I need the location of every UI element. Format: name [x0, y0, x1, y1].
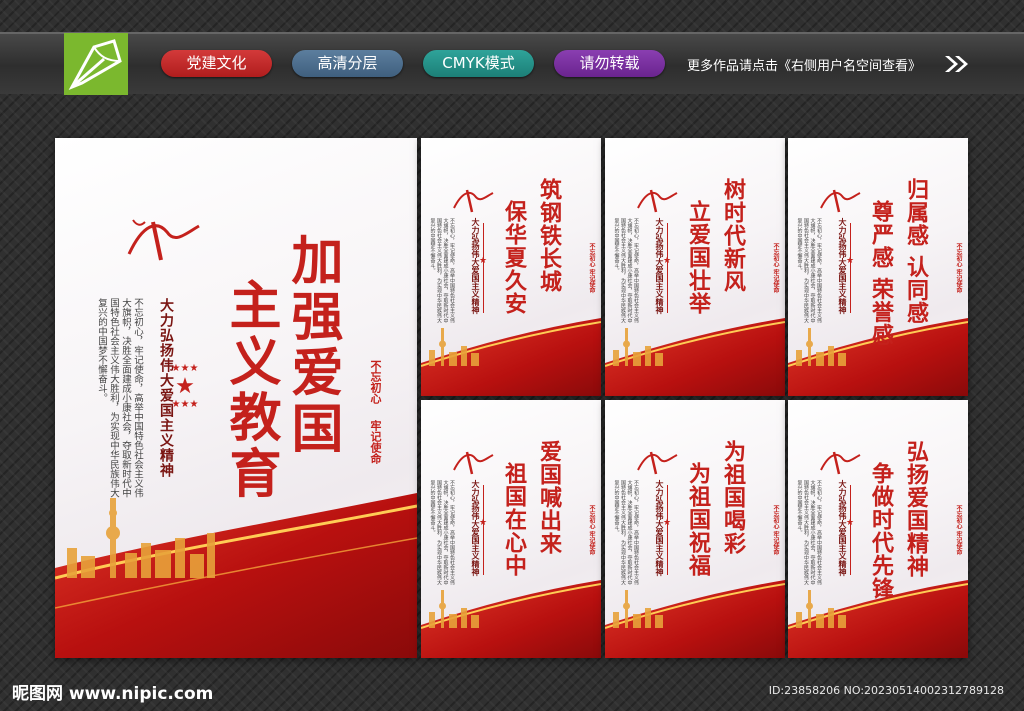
poster-body-text: 不忘初心，牢记使命，高举中国特色社会主义伟大旗帜，决胜全面建成小康社会，夺取新时… — [796, 480, 823, 585]
main-title-col-2: 主义教育 — [220, 278, 281, 502]
poster-subtitle: 大力弘扬伟大爱国主义精神 — [838, 218, 848, 314]
poster-body-text: 不忘初心，牢记使命，高举中国特色社会主义伟大旗帜，决胜全面建成小康社会，夺取新时… — [613, 480, 640, 585]
poster-title-col-1: 弘扬爱国精神 — [903, 440, 929, 578]
china-dream-calligraphy-logo — [637, 189, 678, 213]
seal-text: 不忘初心 牢记使命 — [588, 505, 595, 556]
china-dream-calligraphy-logo — [820, 451, 861, 475]
divider-line — [483, 485, 484, 575]
main-title-col-1: 加强爱国 — [282, 233, 343, 457]
poster-title-col-1: 归属感 认同感 — [903, 178, 929, 325]
poster-body-text: 不忘初心，牢记使命，高举中国特色社会主义伟大旗帜，决胜全面建成小康社会，夺取新时… — [429, 218, 456, 323]
star-icon: ★ — [662, 256, 672, 266]
small-poster: 大力弘扬伟大爱国主义精神 不忘初心，牢记使命，高举中国特色社会主义伟大旗帜，决胜… — [788, 400, 968, 658]
poster-subtitle: 大力弘扬伟大爱国主义精神 — [655, 218, 665, 314]
poster-title-col-1: 筑钢铁长城 — [536, 178, 562, 293]
china-dream-calligraphy-logo — [127, 219, 200, 261]
divider-line — [850, 485, 851, 575]
pen-logo-icon — [64, 33, 128, 95]
divider-line — [667, 485, 668, 575]
tag-no-repost[interactable]: 请勿转载 — [554, 50, 665, 77]
tag-cmyk[interactable]: CMYK模式 — [423, 50, 534, 77]
divider-line — [483, 223, 484, 313]
poster-title-col-2: 祖国在心中 — [501, 462, 527, 577]
banner-highlight — [0, 32, 1024, 34]
poster-subtitle: 大力弘扬伟大爱国主义精神 — [471, 218, 481, 314]
seal-text: 不忘初心 牢记使命 — [772, 505, 779, 556]
seal-text: 不忘初心 牢记使命 — [955, 243, 962, 294]
star-icon: ★ — [845, 256, 855, 266]
divider-line — [850, 223, 851, 313]
star-icon: ★ — [478, 256, 488, 266]
seal-text: 不忘初心 牢记使命 — [955, 505, 962, 556]
poster-title-col-2: 为祖国祝福 — [685, 462, 711, 577]
poster-title-col-2: 争做时代先锋 — [868, 462, 894, 600]
small-poster: 大力弘扬伟大爱国主义精神 不忘初心，牢记使命，高举中国特色社会主义伟大旗帜，决胜… — [605, 138, 785, 396]
poster-title-col-1: 为祖国喝彩 — [720, 440, 746, 555]
tag-party-culture[interactable]: 党建文化 — [161, 50, 272, 77]
poster-title-col-2: 尊严感 荣誉感 — [868, 200, 894, 347]
star-icon: ★ — [175, 374, 195, 399]
star-icon: ★ — [845, 518, 855, 528]
more-works-link[interactable]: 更多作品请点击《右侧用户名空间查看》 — [687, 55, 921, 74]
small-poster: 大力弘扬伟大爱国主义精神 不忘初心，牢记使命，高举中国特色社会主义伟大旗帜，决胜… — [421, 400, 601, 658]
poster-subtitle: 大力弘扬伟大爱国主义精神 — [471, 480, 481, 576]
poster-title-col-1: 树时代新风 — [720, 178, 746, 293]
watermark-id: ID:23858206 NO:20230514002312789128 — [768, 684, 1004, 697]
seal-text: 不忘初心 牢记使命 — [772, 243, 779, 294]
watermark-site: 昵图网 www.nipic.com — [12, 684, 214, 704]
china-dream-calligraphy-logo — [453, 189, 494, 213]
poster-body-text: 不忘初心，牢记使命，高举中国特色社会主义伟大旗帜，决胜全面建成小康社会，夺取新时… — [796, 218, 823, 323]
seal-text-1: 不忘初心 — [369, 360, 382, 404]
stars-decoration: ★★★ ★ ★★★ — [171, 363, 199, 411]
small-poster: 大力弘扬伟大爱国主义精神 不忘初心，牢记使命，高举中国特色社会主义伟大旗帜，决胜… — [421, 138, 601, 396]
poster-body-text: 不忘初心，牢记使命，高举中国特色社会主义伟大旗帜，决胜全面建成小康社会，夺取新时… — [96, 298, 143, 498]
poster-title-col-2: 立爱国壮举 — [685, 200, 711, 315]
seal-text-2: 牢记使命 — [369, 420, 382, 464]
poster-title-col-2: 保华夏久安 — [501, 200, 527, 315]
poster-subtitle: 大力弘扬伟大爱国主义精神 — [838, 480, 848, 576]
double-chevron-right-icon[interactable] — [943, 54, 971, 74]
china-dream-calligraphy-logo — [637, 451, 678, 475]
small-poster: 大力弘扬伟大爱国主义精神 不忘初心，牢记使命，高举中国特色社会主义伟大旗帜，决胜… — [788, 138, 968, 396]
star-icon: ★ — [478, 518, 488, 528]
star-icon: ★★★ — [171, 399, 199, 410]
poster-body-text: 不忘初心，牢记使命，高举中国特色社会主义伟大旗帜，决胜全面建成小康社会，夺取新时… — [613, 218, 640, 323]
china-dream-calligraphy-logo — [453, 451, 494, 475]
china-dream-calligraphy-logo — [820, 189, 861, 213]
main-poster: 大力弘扬伟大爱国主义精神 不忘初心，牢记使命，高举中国特色社会主义伟大旗帜，决胜… — [55, 138, 417, 658]
poster-body-text: 不忘初心，牢记使命，高举中国特色社会主义伟大旗帜，决胜全面建成小康社会，夺取新时… — [429, 480, 456, 585]
star-icon: ★ — [662, 518, 672, 528]
tag-hd-layered[interactable]: 高清分层 — [292, 50, 403, 77]
poster-title-col-1: 爱国喊出来 — [536, 440, 562, 555]
poster-subtitle: 大力弘扬伟大爱国主义精神 — [655, 480, 665, 576]
divider-line — [667, 223, 668, 313]
seal-text: 不忘初心 牢记使命 — [588, 243, 595, 294]
small-poster: 大力弘扬伟大爱国主义精神 不忘初心，牢记使命，高举中国特色社会主义伟大旗帜，决胜… — [605, 400, 785, 658]
